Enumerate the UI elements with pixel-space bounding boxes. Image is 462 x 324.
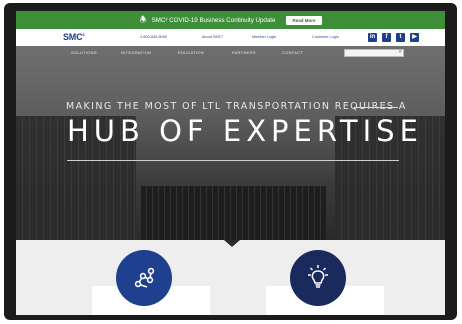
search-icon[interactable]: ⌕ bbox=[399, 49, 402, 56]
hero-pointer bbox=[224, 240, 240, 247]
read-more-button[interactable]: Read More bbox=[286, 15, 322, 25]
bell-icon: 🕭 bbox=[139, 15, 147, 24]
covid-update-banner: 🕭 SMC³ COVID-19 Business Continuity Upda… bbox=[16, 11, 445, 29]
nav-item-partners[interactable]: PARTNERS bbox=[232, 50, 256, 55]
logo-text: SMC bbox=[63, 32, 83, 42]
about-link[interactable]: About SMC³ bbox=[202, 35, 223, 39]
network-nodes-icon bbox=[134, 267, 155, 288]
youtube-icon[interactable]: ▶ bbox=[410, 33, 419, 42]
search-input[interactable]: ⌕ bbox=[344, 49, 404, 57]
logo-superscript: 3 bbox=[82, 32, 85, 37]
lightbulb-icon bbox=[308, 265, 328, 288]
browser-screen: 🕭 SMC³ COVID-19 Business Continuity Upda… bbox=[16, 11, 445, 315]
twitter-icon[interactable]: t bbox=[396, 33, 405, 42]
social-links: in f t ▶ bbox=[368, 33, 419, 42]
hero-section: SOLUTIONS INTEGRATION EDUCATION PARTNERS… bbox=[16, 46, 445, 240]
server-rack-image-center bbox=[141, 186, 326, 240]
hero-headline: HUB OF EXPERTISE bbox=[67, 114, 423, 148]
nav-item-integration[interactable]: INTEGRATION bbox=[121, 50, 151, 55]
nav-item-solutions[interactable]: SOLUTIONS bbox=[71, 50, 97, 55]
feature-circle-2 bbox=[290, 250, 346, 306]
phone-link[interactable]: 1-800-845-8090 bbox=[140, 35, 167, 39]
member-login-link[interactable]: Member Login bbox=[252, 35, 276, 39]
headline-rule bbox=[67, 160, 399, 161]
banner-text: SMC³ COVID-19 Business Continuity Update bbox=[151, 16, 276, 24]
nav-item-education[interactable]: EDUCATION bbox=[178, 50, 204, 55]
smc3-logo[interactable]: SMC3 bbox=[63, 32, 85, 42]
facebook-icon[interactable]: f bbox=[382, 33, 391, 42]
nav-item-contact[interactable]: CONTACT bbox=[282, 50, 303, 55]
linkedin-icon[interactable]: in bbox=[368, 33, 377, 42]
device-frame: 🕭 SMC³ COVID-19 Business Continuity Upda… bbox=[4, 3, 457, 320]
subhead-divider bbox=[354, 107, 398, 108]
top-bar: SMC3 1-800-845-8090 About SMC³ Member Lo… bbox=[16, 29, 445, 46]
customer-login-link[interactable]: Customer Login bbox=[312, 35, 339, 39]
feature-circle-1 bbox=[116, 250, 172, 306]
main-nav: SOLUTIONS INTEGRATION EDUCATION PARTNERS… bbox=[16, 46, 445, 60]
